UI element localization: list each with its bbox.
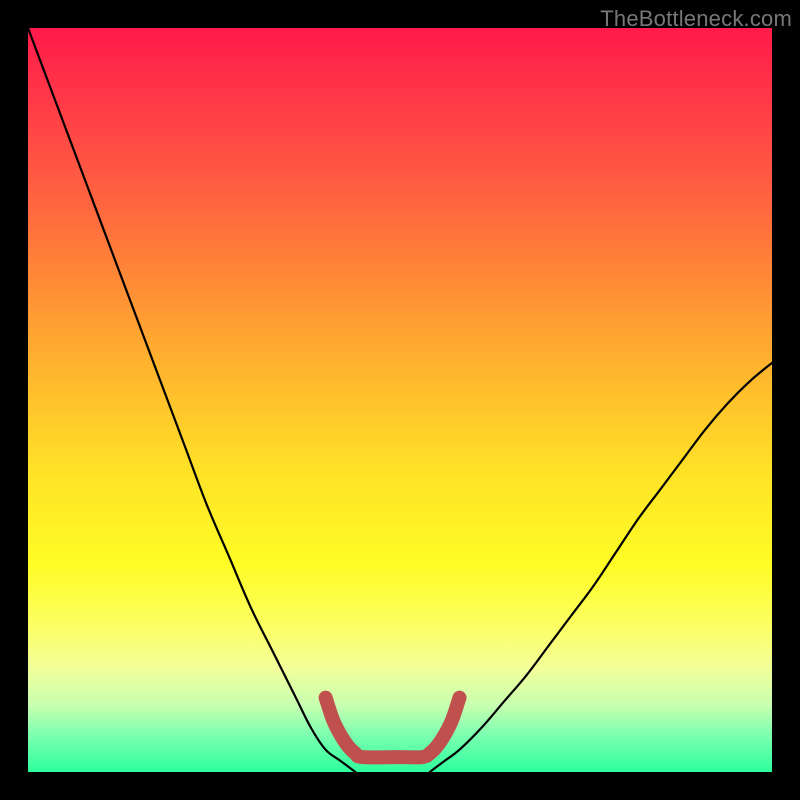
plot-area (28, 28, 772, 772)
watermark-text: TheBottleneck.com (600, 6, 792, 32)
series-left-falling-curve (28, 28, 355, 772)
series-bottom-red-u (326, 698, 460, 758)
plot-svg (28, 28, 772, 772)
series-right-rising-curve (430, 363, 772, 772)
chart-frame: TheBottleneck.com (0, 0, 800, 800)
